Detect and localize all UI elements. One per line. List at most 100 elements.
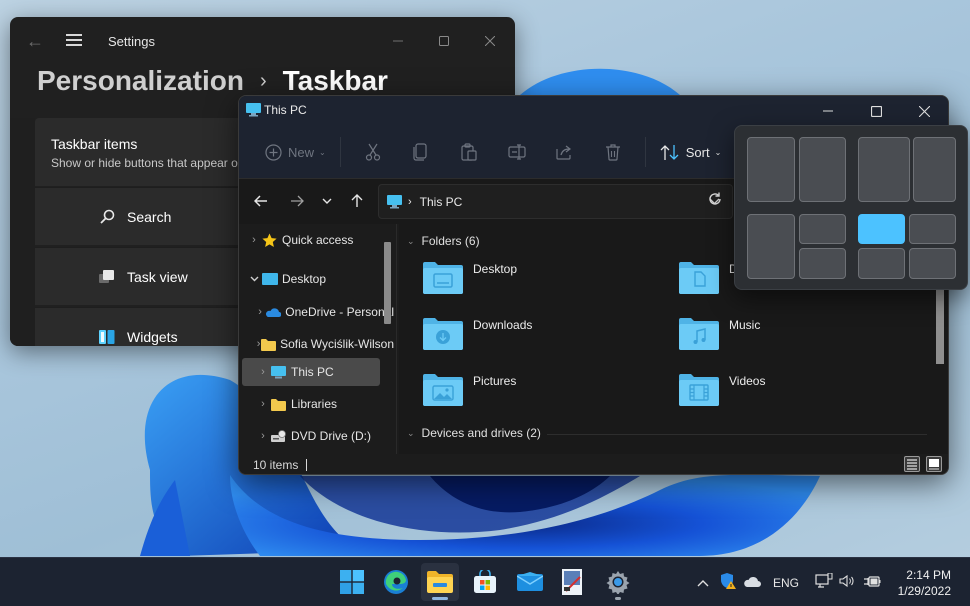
show-hidden-icons-button[interactable] (694, 579, 712, 587)
snap-zone-layout3-left[interactable] (747, 214, 795, 279)
minimize-icon (393, 40, 403, 42)
tree-label: OneDrive - Personal (285, 305, 394, 319)
widgets-icon (97, 327, 117, 347)
group-header-folders[interactable]: ⌄ Folders (6) (407, 234, 480, 248)
battery-charging-icon[interactable] (864, 575, 881, 591)
settings-window-controls (375, 25, 513, 57)
snap-zone-layout4-top-right[interactable] (909, 214, 956, 244)
snap-zone-layout3-top-right[interactable] (799, 214, 846, 244)
running-app-indicator (615, 597, 621, 600)
snap-zone-layout2-left[interactable] (858, 137, 910, 202)
onedrive-icon (264, 305, 282, 319)
downloads-folder-icon (423, 318, 463, 350)
minimize-button[interactable] (804, 96, 852, 126)
explorer-titlebar: This PC (239, 96, 948, 126)
tiles-view-button[interactable] (926, 456, 942, 472)
clock[interactable]: 2:14 PM 1/29/2022 (898, 567, 951, 599)
folder-tile-pictures[interactable]: Pictures (423, 372, 516, 406)
tree-item-onedrive[interactable]: › OneDrive - Personal (256, 298, 394, 326)
hamburger-menu-icon[interactable] (66, 34, 82, 46)
snap-zone-layout4-bottom-left[interactable] (858, 248, 905, 279)
recent-locations-button[interactable] (317, 191, 337, 211)
expand-chevron-icon[interactable]: › (247, 234, 261, 246)
expand-chevron-icon[interactable]: › (256, 398, 270, 410)
taskbar-paint[interactable] (554, 563, 592, 601)
new-button[interactable]: New ⌄ (259, 134, 332, 170)
taskbar-store[interactable] (466, 563, 504, 601)
details-view-button[interactable] (904, 456, 920, 472)
breadcrumb-parent[interactable]: Personalization (37, 65, 244, 97)
rename-button[interactable] (493, 134, 541, 170)
new-label: New (288, 144, 315, 160)
collapse-chevron-icon[interactable]: ⌄ (407, 428, 415, 439)
expand-chevron-icon[interactable]: › (256, 306, 264, 318)
folder-tile-videos[interactable]: Videos (679, 372, 765, 406)
paste-button[interactable] (445, 134, 493, 170)
up-arrow-icon (351, 194, 363, 207)
collapse-chevron-icon[interactable]: ⌄ (407, 236, 415, 247)
taskbar-file-explorer[interactable] (421, 563, 459, 601)
taskbar-settings[interactable] (599, 563, 637, 601)
chevron-right-icon[interactable]: › (408, 196, 412, 208)
snap-zone-layout1-left[interactable] (747, 137, 795, 202)
tree-item-dvd-drive[interactable]: › DVD Drive (D:) (256, 422, 394, 450)
back-arrow-icon[interactable]: ← (26, 31, 44, 52)
up-button[interactable] (347, 191, 367, 211)
collapse-chevron-icon[interactable] (247, 273, 261, 285)
command-separator (644, 137, 646, 167)
tree-item-user-folder[interactable]: › Sofia Wyciślik-Wilson (256, 330, 394, 358)
expand-chevron-icon[interactable]: › (256, 430, 270, 442)
security-icon[interactable] (720, 572, 736, 593)
snap-zone-layout3-bottom-right[interactable] (799, 248, 846, 279)
folder-tile-desktop[interactable]: Desktop (423, 260, 517, 294)
copy-button[interactable] (397, 134, 445, 170)
language-indicator[interactable]: ENG (773, 576, 799, 590)
tree-item-quick-access[interactable]: › Quick access (247, 226, 385, 254)
group-title: Folders (6) (421, 234, 480, 248)
taskbar-edge[interactable] (377, 563, 415, 601)
pc-icon (387, 194, 402, 208)
delete-button[interactable] (589, 134, 637, 170)
task-view-icon (97, 267, 117, 287)
taskbar-start-button[interactable] (333, 563, 371, 601)
navigation-pane-scrollbar[interactable] (384, 242, 391, 324)
chevron-down-icon: ⌄ (319, 147, 326, 157)
onedrive-tray-icon[interactable] (743, 576, 761, 590)
chevron-up-icon (697, 579, 709, 586)
sort-button[interactable]: Sort ⌄ (654, 134, 728, 170)
tree-item-desktop[interactable]: Desktop (247, 265, 385, 293)
mail-icon (517, 572, 543, 591)
snap-zone-layout1-right[interactable] (799, 137, 846, 202)
address-bar[interactable]: › This PC (378, 184, 733, 219)
minimize-button[interactable] (375, 25, 421, 57)
videos-folder-icon (679, 374, 719, 406)
close-button[interactable] (467, 25, 513, 57)
expand-chevron-icon[interactable]: › (256, 366, 270, 378)
volume-icon[interactable] (839, 574, 855, 591)
share-button[interactable] (541, 134, 589, 170)
group-title: Devices and drives (2) (421, 426, 541, 440)
back-button[interactable] (251, 191, 271, 211)
explorer-window-controls (804, 96, 948, 126)
group-header-devices[interactable]: ⌄ Devices and drives (2) (407, 426, 927, 440)
tree-item-libraries[interactable]: › Libraries (256, 390, 394, 418)
snap-zone-layout4-top-left[interactable] (858, 214, 905, 244)
snap-zone-layout4-bottom-right[interactable] (909, 248, 956, 279)
desktop-icon (261, 272, 278, 286)
folder-tile-downloads[interactable]: Downloads (423, 316, 532, 350)
maximize-button[interactable] (852, 96, 900, 126)
maximize-button[interactable] (421, 25, 467, 57)
forward-button[interactable] (287, 191, 307, 211)
address-location[interactable]: This PC (420, 195, 463, 209)
cut-button[interactable] (349, 134, 397, 170)
taskbar-mail[interactable] (511, 563, 549, 601)
folder-tile-music[interactable]: Music (679, 316, 760, 350)
network-icon[interactable] (815, 572, 833, 593)
option-label: Search (127, 208, 172, 225)
edge-icon (384, 570, 408, 594)
tree-label: Sofia Wyciślik-Wilson (280, 337, 394, 351)
tree-item-this-pc[interactable]: › This PC (242, 358, 380, 386)
close-button[interactable] (900, 96, 948, 126)
snap-zone-layout2-right[interactable] (913, 137, 956, 202)
refresh-button[interactable] (708, 192, 722, 210)
